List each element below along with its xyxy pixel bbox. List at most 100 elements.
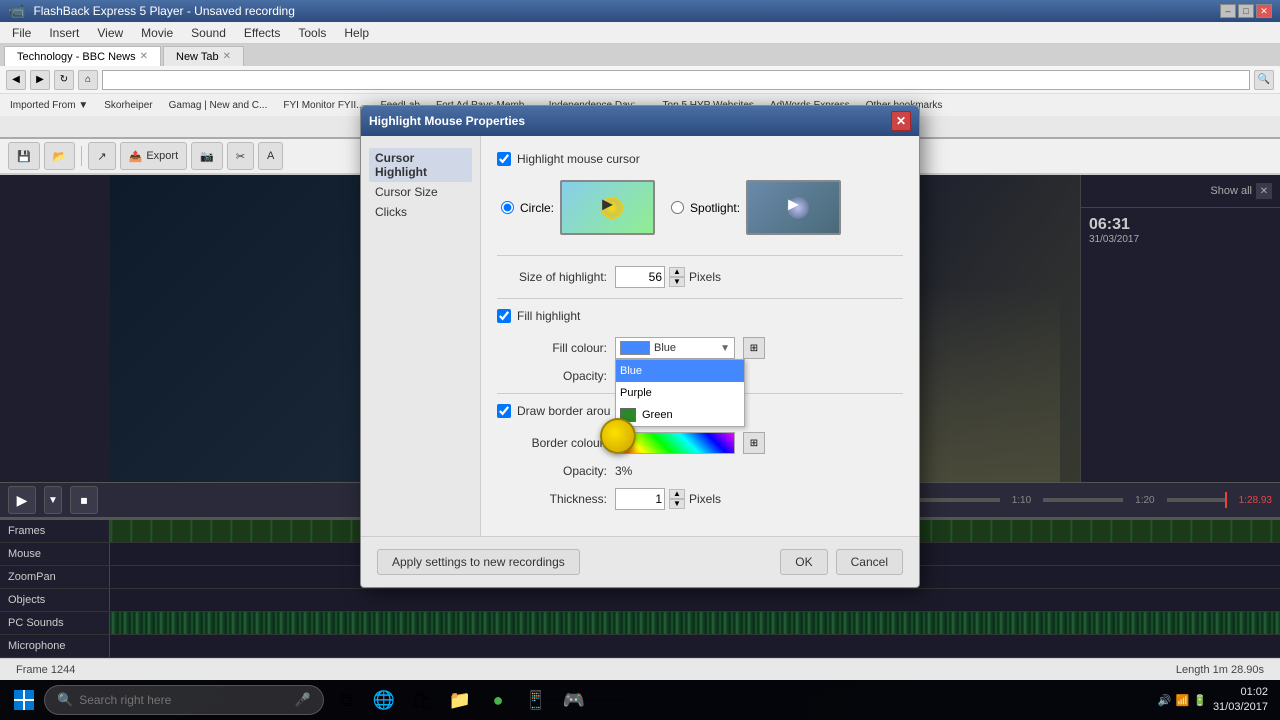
modal-footer: Apply settings to new recordings OK Canc… [361, 536, 919, 587]
taskbar-app-store[interactable]: 🛍 [404, 682, 440, 718]
modal-overlay: Highlight Mouse Properties ✕ Cursor High… [0, 0, 1280, 720]
spotlight-option: Spotlight: ▶ [671, 180, 841, 235]
modal-nav: Cursor Highlight Cursor Size Clicks [361, 136, 481, 536]
size-unit: Pixels [689, 270, 721, 284]
fill-highlight-label: Fill highlight [517, 309, 580, 323]
colour-option-blue[interactable]: Blue [616, 360, 744, 382]
tray-icon-3[interactable]: 🔋 [1193, 694, 1207, 707]
draw-border-checkbox[interactable] [497, 404, 511, 418]
drag-cursor-handle[interactable] [600, 418, 636, 454]
thickness-down-arrow[interactable]: ▼ [669, 499, 685, 509]
fill-colour-dropdown[interactable]: Blue ▼ [615, 337, 735, 359]
taskbar-apps: ⧉ 🌐 🛍 📁 ● 📱 🎮 [328, 682, 592, 718]
fill-colour-value: Blue [650, 342, 720, 354]
nav-cursor-size[interactable]: Cursor Size [369, 182, 472, 202]
taskbar-app-chrome[interactable]: ● [480, 682, 516, 718]
modal-title: Highlight Mouse Properties [369, 114, 525, 128]
modal-title-bar: Highlight Mouse Properties ✕ [361, 106, 919, 136]
size-label: Size of highlight: [497, 270, 607, 284]
apply-settings-button[interactable]: Apply settings to new recordings [377, 549, 580, 575]
circle-option: Circle: ▶ [501, 180, 655, 235]
size-row: Size of highlight: 56 ▲ ▼ Pixels [497, 266, 903, 288]
taskbar-app-app2[interactable]: 🎮 [556, 682, 592, 718]
circle-radio[interactable] [501, 201, 514, 214]
cursor-in-circle: ▶ [602, 196, 613, 213]
dropdown-arrow-icon: ▼ [720, 343, 730, 354]
size-value-group: 56 ▲ ▼ Pixels [615, 266, 721, 288]
highlight-mouse-dialog: Highlight Mouse Properties ✕ Cursor High… [360, 105, 920, 588]
taskbar-right: 🔊 📶 🔋 01:02 31/03/2017 [1158, 685, 1276, 716]
windows-logo-tr [25, 690, 34, 699]
nav-clicks[interactable]: Clicks [369, 202, 472, 222]
clock[interactable]: 01:02 31/03/2017 [1213, 685, 1268, 716]
size-up-arrow[interactable]: ▲ [669, 267, 685, 277]
thickness-unit: Pixels [689, 492, 721, 506]
fill-colour-label: Fill colour: [497, 341, 607, 355]
border-opacity-row: Opacity: 3% [497, 464, 903, 478]
highlight-mouse-row: Highlight mouse cursor [497, 152, 903, 166]
opacity-label: Opacity: [497, 369, 607, 383]
taskbar-search-icon: 🔍 [57, 692, 73, 708]
spotlight-label: Spotlight: [690, 201, 740, 215]
highlight-cursor-label: Highlight mouse cursor [517, 152, 640, 166]
modal-main-content: Highlight mouse cursor Circle: ▶ S [481, 136, 919, 536]
divider-1 [497, 255, 903, 256]
border-custom-colour-button[interactable]: ⊞ [743, 432, 765, 454]
fill-highlight-row: Fill highlight [497, 309, 903, 323]
border-colour-label: Border colour: [497, 436, 607, 450]
draw-border-label: Draw border arou [517, 404, 610, 418]
size-input[interactable]: 56 [615, 266, 665, 288]
tray-icon-1[interactable]: 🔊 [1158, 694, 1172, 707]
spotlight-radio[interactable] [671, 201, 684, 214]
tray-icon-2[interactable]: 📶 [1176, 694, 1190, 707]
clock-date: 31/03/2017 [1213, 700, 1268, 715]
border-colour-row: Border colour: ⊞ [497, 432, 903, 454]
fill-colour-container: Blue ▼ Blue Purple Green [615, 337, 735, 359]
thickness-value-group: 1 ▲ ▼ Pixels [615, 488, 721, 510]
modal-footer-right: OK Cancel [780, 549, 903, 575]
circle-preview-thumb[interactable]: ▶ [560, 180, 655, 235]
windows-logo-br [25, 701, 34, 710]
custom-colour-button[interactable]: ⊞ [743, 337, 765, 359]
highlight-options: Circle: ▶ Spotlight: ▶ [497, 180, 903, 235]
fill-colour-swatch [620, 341, 650, 355]
modal-close-button[interactable]: ✕ [891, 111, 911, 131]
taskbar-app-explorer[interactable]: 📁 [442, 682, 478, 718]
border-opacity-value: 3% [615, 464, 632, 478]
start-button[interactable] [4, 680, 44, 720]
size-spinner: ▲ ▼ [669, 267, 685, 287]
divider-2 [497, 298, 903, 299]
border-opacity-label: Opacity: [497, 464, 607, 478]
windows-logo-tl [14, 690, 23, 699]
windows-logo-bl [14, 701, 23, 710]
taskbar-app-edge[interactable]: 🌐 [366, 682, 402, 718]
windows-logo-icon [14, 690, 34, 710]
taskbar-mic-icon: 🎤 [295, 692, 311, 708]
taskbar-search-input[interactable] [79, 693, 289, 707]
thickness-input[interactable]: 1 [615, 488, 665, 510]
fill-colour-row: Fill colour: Blue ▼ Blue Purple [497, 337, 903, 359]
system-tray: 🔊 📶 🔋 [1158, 694, 1207, 707]
fill-highlight-checkbox[interactable] [497, 309, 511, 323]
taskbar-search[interactable]: 🔍 🎤 [44, 685, 324, 715]
thickness-spinner: ▲ ▼ [669, 489, 685, 509]
size-down-arrow[interactable]: ▼ [669, 277, 685, 287]
taskbar-app-task-view[interactable]: ⧉ [328, 682, 364, 718]
taskbar-app-app1[interactable]: 📱 [518, 682, 554, 718]
nav-cursor-highlight[interactable]: Cursor Highlight [369, 148, 472, 182]
spotlight-preview-thumb[interactable]: ▶ [746, 180, 841, 235]
colour-dropdown-list: Blue Purple Green [615, 359, 745, 427]
cursor-in-spotlight: ▶ [788, 196, 799, 213]
cancel-button[interactable]: Cancel [836, 549, 903, 575]
thickness-row: Thickness: 1 ▲ ▼ Pixels [497, 488, 903, 510]
thickness-label: Thickness: [497, 492, 607, 506]
clock-time: 01:02 [1213, 685, 1268, 700]
modal-body: Cursor Highlight Cursor Size Clicks High… [361, 136, 919, 536]
ok-button[interactable]: OK [780, 549, 827, 575]
thickness-up-arrow[interactable]: ▲ [669, 489, 685, 499]
highlight-cursor-checkbox[interactable] [497, 152, 511, 166]
colour-option-green[interactable]: Green [616, 404, 744, 426]
taskbar: 🔍 🎤 ⧉ 🌐 🛍 📁 ● 📱 🎮 🔊 📶 🔋 01:02 31/03/2017 [0, 680, 1280, 720]
circle-label: Circle: [520, 201, 554, 215]
colour-option-purple[interactable]: Purple [616, 382, 744, 404]
